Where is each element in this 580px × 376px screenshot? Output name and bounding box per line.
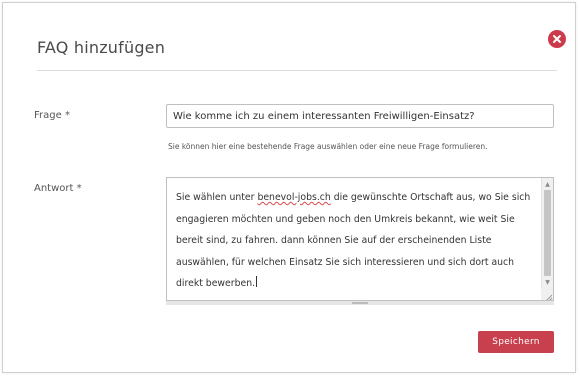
antwort-text-rest: die gewünschte Ortschaft aus, wo Sie sic… [176,192,531,289]
title-divider [37,70,557,71]
antwort-link: benevol-jobs.ch [257,192,331,203]
close-icon [552,34,562,44]
textarea-scrollbar[interactable]: ▲ ▼ [541,178,553,288]
scroll-up-arrow-icon[interactable]: ▲ [542,179,553,189]
frage-input[interactable] [166,104,554,128]
grip-icon [352,302,368,304]
frage-helper-text: Sie können hier eine bestehende Frage au… [168,142,488,151]
antwort-textarea[interactable]: Sie wählen unter benevol-jobs.ch die gew… [166,177,554,301]
save-button[interactable]: Speichern [478,331,554,353]
antwort-label: Antwort * [34,183,82,194]
resize-handle-icon[interactable] [541,288,553,300]
textarea-bottom-bar [166,301,554,305]
close-button[interactable] [548,30,566,48]
frage-label: Frage * [34,110,70,121]
dialog-title: FAQ hinzufügen [37,38,166,57]
scroll-thumb[interactable] [544,190,551,276]
antwort-text: Sie wählen unter benevol-jobs.ch die gew… [176,187,532,295]
text-caret [256,276,258,287]
scroll-down-arrow-icon[interactable]: ▼ [542,277,553,287]
antwort-text-start: Sie wählen unter [176,192,258,203]
